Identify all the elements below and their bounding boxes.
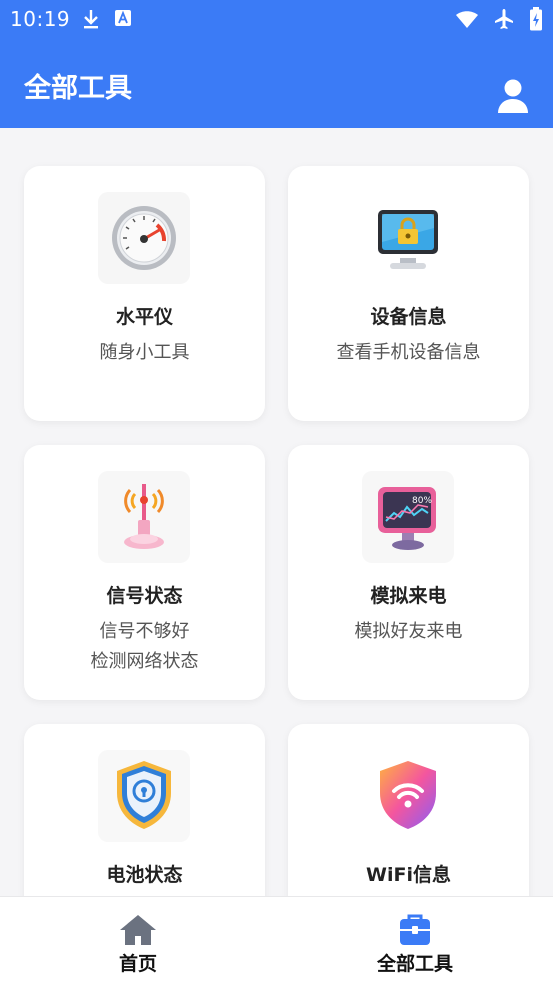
tool-name: WiFi信息 xyxy=(366,864,451,886)
nav-all-tools-label: 全部工具 xyxy=(376,953,453,975)
wifi-signal-icon xyxy=(456,11,478,28)
tool-description: 随身小工具 xyxy=(99,342,190,363)
nav-home[interactable]: 首页 xyxy=(0,897,276,985)
tool-card-wifi[interactable]: WiFi信息 xyxy=(288,724,529,896)
page-title: 全部工具 xyxy=(24,73,132,104)
speedometer-icon xyxy=(112,206,176,270)
home-icon xyxy=(120,915,156,945)
tool-description: 模拟好友来电 xyxy=(354,621,463,642)
tool-card-fake-call[interactable]: 80% 模拟来电 模拟好友来电 xyxy=(288,445,529,700)
bottom-navigation: 首页 全部工具 xyxy=(0,896,553,985)
shield-wifi-icon xyxy=(380,761,436,829)
tools-grid: 水平仪 随身小工具 设备信息 查看手机设备信息 信号状态 信号不够好 检测网络状… xyxy=(0,128,553,896)
nav-home-label: 首页 xyxy=(118,953,157,975)
tool-name: 信号状态 xyxy=(106,585,183,607)
shield-lock-icon xyxy=(117,761,171,829)
app-bar: 全部工具 xyxy=(0,38,553,128)
monitor-lock-icon xyxy=(378,210,438,269)
signal-antenna-icon xyxy=(124,484,164,549)
tool-card-signal[interactable]: 信号状态 信号不够好 检测网络状态 xyxy=(24,445,265,700)
toolbox-icon xyxy=(400,914,430,945)
tool-name: 设备信息 xyxy=(370,306,447,328)
svg-text:80%: 80% xyxy=(412,496,432,506)
tool-card-level[interactable]: 水平仪 随身小工具 xyxy=(24,166,265,421)
tool-name: 模拟来电 xyxy=(370,585,447,607)
app-notification-icon xyxy=(115,10,131,26)
monitor-chart-icon: 80% xyxy=(378,487,436,550)
tool-description: 查看手机设备信息 xyxy=(336,342,481,363)
tool-name: 电池状态 xyxy=(106,864,183,886)
tool-card-battery[interactable]: 电池状态 xyxy=(24,724,265,896)
tool-name: 水平仪 xyxy=(115,306,173,328)
nav-all-tools[interactable]: 全部工具 xyxy=(277,897,553,985)
status-bar: 10:19 xyxy=(0,0,553,38)
airplane-mode-icon xyxy=(495,9,513,29)
tool-description: 信号不够好 检测网络状态 xyxy=(90,621,199,672)
battery-charging-icon xyxy=(530,7,542,31)
user-profile-icon[interactable] xyxy=(496,78,530,114)
download-icon xyxy=(84,10,98,29)
status-time: 10:19 xyxy=(10,7,71,31)
tool-card-device-info[interactable]: 设备信息 查看手机设备信息 xyxy=(288,166,529,421)
